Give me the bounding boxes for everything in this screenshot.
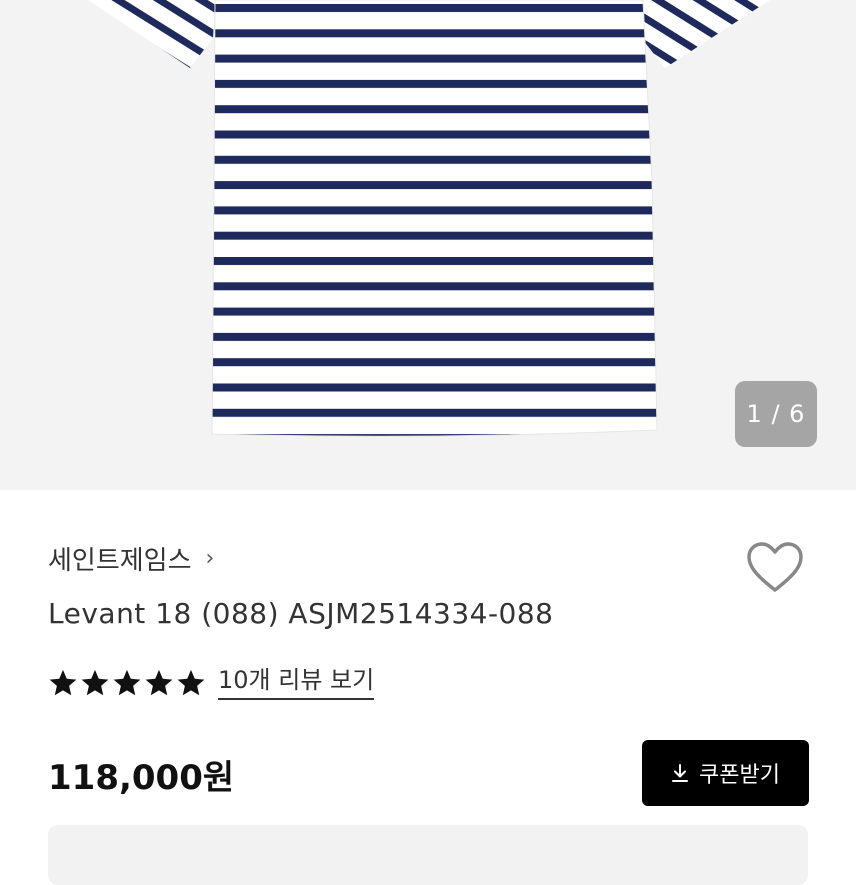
star-icon: [113, 669, 141, 696]
brand-link[interactable]: 세인트제임스 ›: [48, 538, 214, 578]
info-box: [48, 825, 808, 885]
product-name: Levant 18 (088) ASJM2514334-088: [48, 597, 554, 630]
rating-row: 10개 리뷰 보기: [48, 663, 375, 703]
download-icon: [672, 764, 689, 782]
chevron-right-icon: ›: [205, 545, 215, 571]
coupon-label: 쿠폰받기: [699, 763, 780, 788]
review-link[interactable]: 10개 리뷰 보기: [218, 666, 375, 700]
coupon-button[interactable]: 쿠폰받기: [642, 740, 809, 806]
product-image: [88, 0, 770, 437]
heart-icon[interactable]: [745, 540, 805, 596]
star-icon: [177, 669, 205, 696]
star-rating: [48, 668, 206, 698]
brand-name: 세인트제임스: [48, 545, 192, 576]
product-price: 118,000원: [48, 758, 235, 798]
image-counter: 1 / 6: [735, 381, 817, 447]
star-icon: [81, 669, 109, 696]
star-icon: [49, 669, 77, 696]
star-icon: [145, 669, 173, 696]
product-image-gallery[interactable]: 1 / 6: [0, 0, 856, 490]
